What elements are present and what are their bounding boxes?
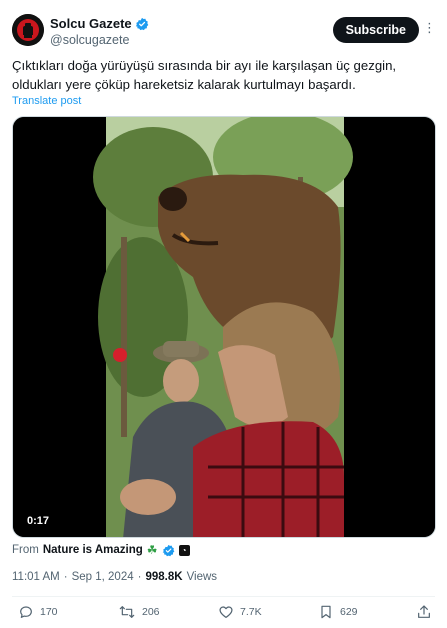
share-icon [418, 605, 430, 618]
source-name[interactable]: Nature is Amazing [43, 544, 143, 556]
reply-count: 170 [40, 606, 58, 618]
more-options-icon[interactable]: ⋮ [423, 21, 436, 35]
author-name-row: Solcu Gazete [50, 16, 149, 31]
reply-icon [20, 606, 32, 618]
video-player[interactable]: 0:17 [12, 116, 436, 538]
subscribe-button[interactable]: Subscribe [332, 17, 419, 43]
like-count: 7.7K [240, 606, 262, 618]
avatar[interactable] [12, 14, 44, 46]
repost-count: 206 [142, 606, 160, 618]
video-duration: 0:17 [21, 513, 56, 529]
bookmark-count: 629 [340, 606, 358, 618]
action-bar: 170 206 7.7K 629 [12, 604, 435, 626]
share-button[interactable] [416, 604, 432, 620]
affiliate-logo-icon: ◔ [178, 544, 190, 556]
meta-separator: · [63, 571, 68, 583]
tweet-header: Solcu Gazete @solcugazete Subscribe ⋮ [12, 12, 436, 52]
post-time[interactable]: 11:01 AM [12, 571, 60, 583]
verified-icon [135, 17, 149, 31]
author-handle[interactable]: @solcugazete [50, 33, 129, 47]
repost-icon [119, 606, 135, 618]
tweet-text: Çıktıkları doğa yürüyüşü sırasında bir a… [12, 58, 397, 92]
divider [12, 596, 435, 597]
reply-button[interactable]: 170 [18, 604, 58, 620]
attribution-row: From Nature is Amazing ☘ ◔ [12, 543, 190, 557]
verified-icon [162, 544, 175, 557]
heart-icon [219, 606, 233, 618]
views-count: 998.8K [145, 571, 183, 583]
post-date[interactable]: Sep 1, 2024 [72, 571, 134, 583]
like-button[interactable]: 7.7K [218, 604, 262, 620]
meta-separator: · [137, 571, 142, 583]
translate-link[interactable]: Translate post [12, 95, 81, 107]
bookmark-button[interactable]: 629 [318, 604, 358, 620]
tweet-meta: 11:01 AM · Sep 1, 2024 · 998.8K Views [12, 571, 217, 583]
from-label: From [12, 544, 39, 556]
shamrock-icon: ☘ [146, 543, 158, 557]
video-frame [13, 117, 435, 537]
bookmark-icon [321, 605, 331, 619]
author-name[interactable]: Solcu Gazete [50, 16, 132, 31]
views-label: Views [186, 571, 218, 583]
repost-button[interactable]: 206 [118, 604, 160, 620]
